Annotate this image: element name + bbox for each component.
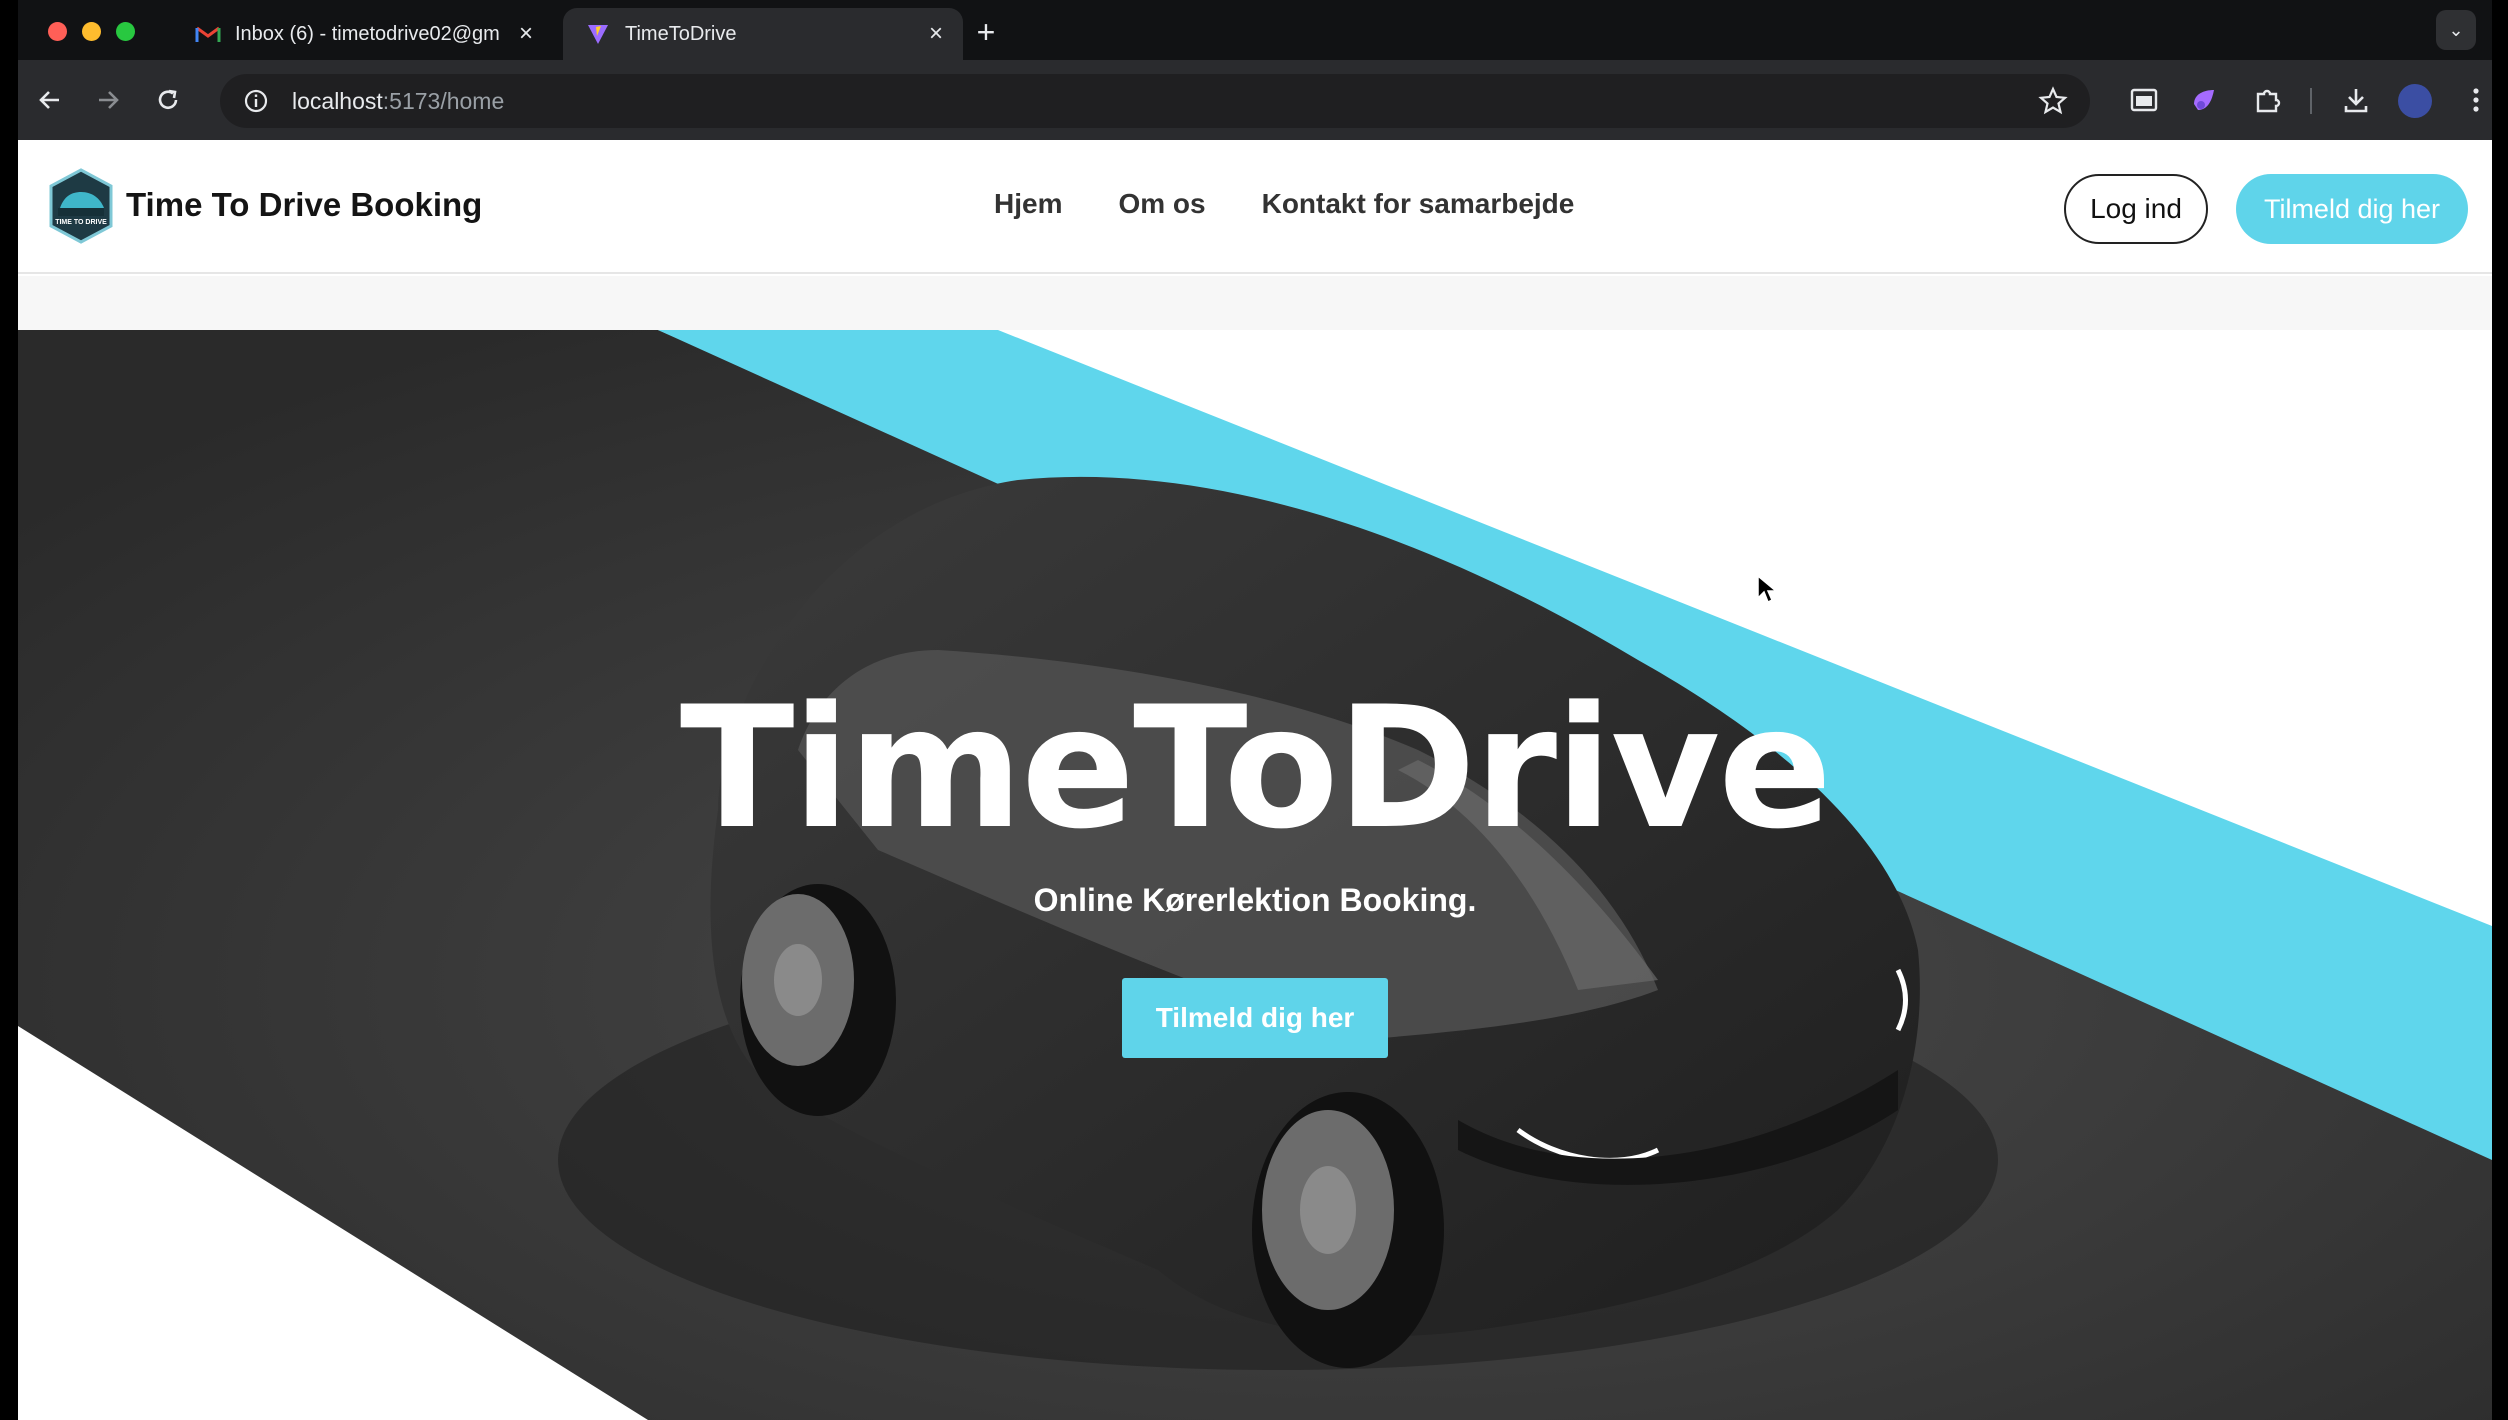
mouse-cursor-icon: [1757, 574, 1776, 604]
site-info-icon[interactable]: [242, 87, 270, 115]
new-tab-button[interactable]: +: [968, 14, 1004, 50]
hero-signup-button[interactable]: Tilmeld dig her: [1122, 978, 1388, 1058]
web-page: TIME TO DRIVE Time To Drive Booking Hjem…: [18, 140, 2492, 1420]
close-tab-icon[interactable]: ×: [923, 20, 949, 47]
maximize-window-button[interactable]: [116, 22, 135, 41]
url-host: localhost: [292, 88, 383, 114]
tab-title: TimeToDrive: [625, 22, 737, 45]
login-button[interactable]: Log ind: [2064, 174, 2208, 244]
back-button[interactable]: [30, 80, 70, 120]
close-window-button[interactable]: [48, 22, 67, 41]
close-tab-icon[interactable]: ×: [513, 20, 539, 47]
main-nav: Hjem Om os Kontakt for samarbejde: [994, 188, 1574, 220]
tab-strip: Inbox (6) - timetodrive02@gm × TimeToDri…: [18, 0, 2492, 60]
url-path: :5173/home: [382, 88, 505, 114]
vite-icon: [585, 23, 611, 45]
nav-item-kontakt[interactable]: Kontakt for samarbejde: [1262, 188, 1575, 220]
tab-title: Inbox (6) - timetodrive02@gm: [235, 22, 500, 45]
tab-timetodrive[interactable]: TimeToDrive ×: [563, 8, 963, 60]
signup-button-header[interactable]: Tilmeld dig her: [2236, 174, 2468, 244]
hero-subtitle: Online Kørerlektion Booking.: [1033, 882, 1477, 918]
brand-name[interactable]: Time To Drive Booking: [126, 186, 482, 224]
header-spacer: [18, 276, 2492, 330]
tab-search-button[interactable]: ⌄: [2436, 10, 2476, 50]
extension-gem-icon[interactable]: [2186, 82, 2222, 118]
browser-window: Inbox (6) - timetodrive02@gm × TimeToDri…: [18, 0, 2492, 1420]
address-bar[interactable]: localhost:5173/home: [220, 74, 2090, 128]
logo-text: TIME TO DRIVE: [55, 219, 107, 226]
gmail-icon: [195, 23, 221, 45]
cast-icon[interactable]: [2126, 82, 2162, 118]
profile-avatar[interactable]: [2398, 84, 2432, 118]
hero-title: TimeToDrive: [679, 670, 1832, 866]
site-header: TIME TO DRIVE Time To Drive Booking Hjem…: [18, 140, 2492, 274]
forward-button[interactable]: [88, 80, 128, 120]
more-menu-icon[interactable]: [2458, 82, 2492, 118]
minimize-window-button[interactable]: [82, 22, 101, 41]
toolbar-divider: [2310, 88, 2312, 114]
browser-toolbar: localhost:5173/home: [18, 60, 2492, 140]
nav-item-om-os[interactable]: Om os: [1118, 188, 1205, 220]
logo-icon[interactable]: TIME TO DRIVE: [48, 168, 114, 244]
reload-button[interactable]: [148, 80, 188, 120]
hero-section: TimeToDrive Online Kørerlektion Booking.…: [18, 330, 2492, 1420]
download-icon[interactable]: [2338, 82, 2374, 118]
tab-inbox[interactable]: Inbox (6) - timetodrive02@gm ×: [173, 8, 553, 60]
nav-item-hjem[interactable]: Hjem: [994, 188, 1062, 220]
hero-background: [18, 330, 2492, 1420]
url-text: localhost:5173/home: [292, 88, 504, 115]
extensions-puzzle-icon[interactable]: [2250, 82, 2286, 118]
bookmark-star-icon[interactable]: [2038, 86, 2068, 116]
